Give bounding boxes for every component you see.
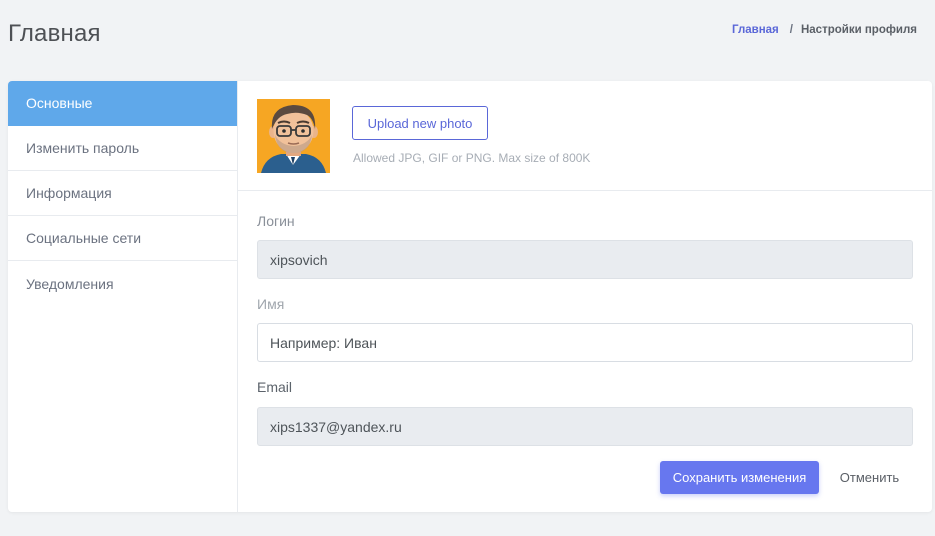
save-changes-button[interactable]: Сохранить изменения	[660, 461, 819, 494]
email-field[interactable]	[257, 407, 913, 446]
cartoon-man-avatar-icon	[257, 99, 330, 173]
breadcrumb: Главная / Настройки профиля	[732, 24, 917, 36]
name-label: Имя	[257, 296, 285, 312]
upload-photo-button[interactable]: Upload new photo	[352, 106, 488, 140]
name-field[interactable]	[257, 323, 913, 362]
email-label: Email	[257, 379, 293, 395]
sidebar-item-notifications[interactable]: Уведомления	[8, 261, 237, 306]
breadcrumb-home-link[interactable]: Главная	[732, 24, 779, 36]
sidebar-item-social-networks[interactable]: Социальные сети	[8, 216, 237, 261]
sidebar-item-general[interactable]: Основные	[8, 81, 237, 126]
login-field[interactable]	[257, 240, 913, 279]
settings-main: Upload new photo Allowed JPG, GIF or PNG…	[238, 81, 932, 512]
breadcrumb-separator: /	[789, 24, 793, 36]
page-header: Главная Главная / Настройки профиля	[0, 0, 935, 72]
settings-sidebar: Основные Изменить пароль Информация Соци…	[8, 81, 238, 512]
sidebar-item-information[interactable]: Информация	[8, 171, 237, 216]
upload-hint: Allowed JPG, GIF or PNG. Max size of 800…	[353, 151, 591, 165]
login-label: Логин	[257, 213, 295, 229]
photo-section: Upload new photo Allowed JPG, GIF or PNG…	[238, 81, 932, 191]
profile-settings-card: Основные Изменить пароль Информация Соци…	[8, 81, 932, 512]
avatar	[257, 99, 330, 173]
sidebar-item-change-password[interactable]: Изменить пароль	[8, 126, 237, 171]
cancel-button[interactable]: Отменить	[828, 461, 911, 494]
breadcrumb-current: Настройки профиля	[800, 24, 917, 36]
page-title: Главная	[8, 20, 101, 47]
